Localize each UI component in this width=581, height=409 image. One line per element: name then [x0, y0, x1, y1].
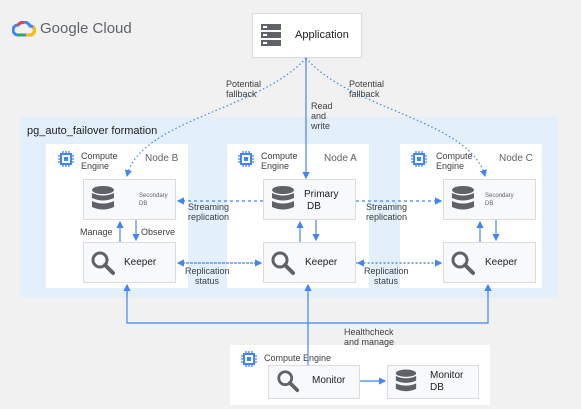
read-write-label-2: and — [311, 111, 327, 121]
replication-status-left-label-2: status — [195, 276, 220, 286]
fallback-left-label-1: Potential — [226, 79, 262, 89]
streaming-right-label-1: Streaming — [366, 202, 408, 212]
observe-label: Observe — [141, 227, 176, 237]
fallback-right-arrow — [305, 57, 487, 178]
streaming-left-label-1: Streaming — [188, 202, 230, 212]
manage-label: Manage — [80, 227, 113, 237]
healthcheck-label-2: and manage — [344, 337, 395, 347]
streaming-right-label-2: replication — [366, 212, 408, 222]
fallback-right-label-1: Potential — [349, 79, 385, 89]
replication-status-right-label-2: status — [374, 276, 399, 286]
connectors — [116, 57, 500, 385]
healthcheck-label-1: Healthcheck — [344, 327, 394, 337]
read-write-label-3: write — [311, 121, 331, 131]
fallback-left-label-2: fallback — [226, 89, 257, 99]
streaming-left-label-2: replication — [188, 212, 230, 222]
replication-status-right-label-1: Replication — [364, 266, 409, 276]
fallback-left-arrow — [124, 57, 307, 178]
read-write-label-1: Read — [311, 101, 333, 111]
replication-status-left-label-1: Replication — [185, 266, 230, 276]
fallback-right-label-2: fallback — [349, 89, 380, 99]
